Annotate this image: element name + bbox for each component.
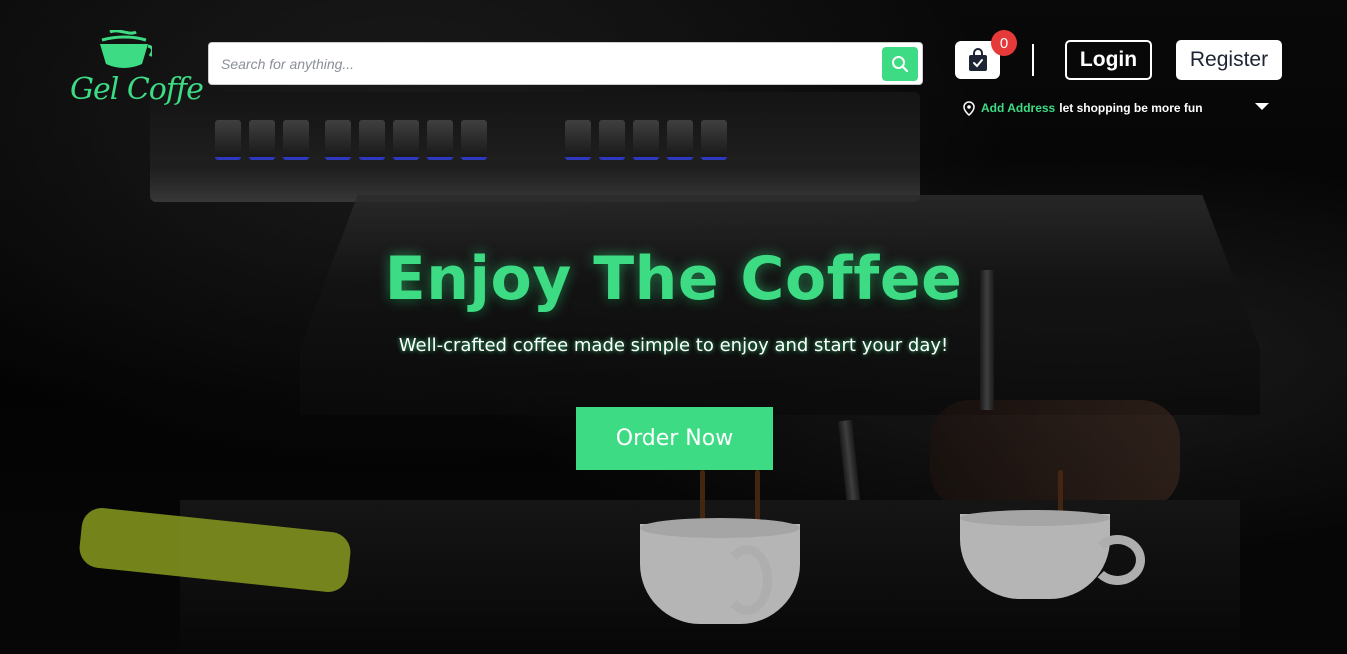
cart-count-badge: 0	[991, 30, 1017, 56]
search-icon	[892, 56, 909, 73]
register-button[interactable]: Register	[1176, 40, 1282, 80]
search-bar	[208, 42, 923, 85]
header-divider	[1032, 44, 1034, 76]
login-button[interactable]: Login	[1065, 40, 1152, 80]
hero-title: Enjoy The Coffee	[384, 244, 963, 314]
add-address-link[interactable]: Add Address	[981, 101, 1055, 115]
order-now-button[interactable]: Order Now	[576, 407, 773, 470]
brand-name: Gel Coffe	[70, 72, 204, 107]
caret-down-icon[interactable]	[1255, 103, 1269, 110]
location-pin-icon	[963, 100, 975, 116]
address-bar: Add Address let shopping be more fun	[963, 100, 1203, 116]
coffee-cup-logo-icon	[100, 30, 152, 68]
brand-logo[interactable]: Gel Coffe	[70, 22, 204, 112]
address-tagline: let shopping be more fun	[1059, 101, 1203, 115]
hero-subtitle: Well-crafted coffee made simple to enjoy…	[398, 335, 949, 356]
search-input[interactable]	[209, 43, 869, 84]
search-button[interactable]	[882, 47, 918, 81]
shopping-bag-check-icon	[968, 48, 987, 71]
